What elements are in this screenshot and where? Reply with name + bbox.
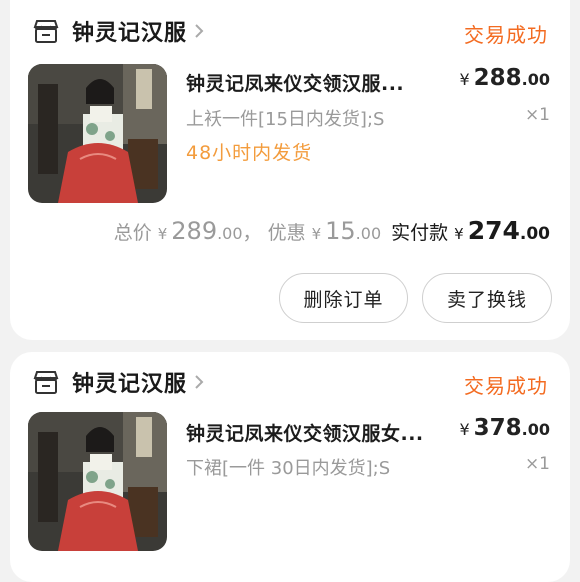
item-price: ¥288.00: [459, 65, 550, 91]
order-summary: 总价 ¥ 289 .00 ， 优惠 ¥ 15 .00 实付款 ¥ 274 .00: [114, 216, 550, 245]
total-decimal: .00: [217, 224, 243, 243]
item-quantity: ×1: [524, 454, 550, 474]
product-image[interactable]: [28, 64, 167, 203]
order-status: 交易成功: [464, 23, 548, 47]
item-quantity: ×1: [524, 105, 550, 125]
chevron-right-icon: [193, 372, 207, 392]
delivery-promise: 48小时内发货: [186, 142, 313, 164]
paid-label: 实付款: [391, 222, 449, 244]
store-link[interactable]: 钟灵记汉服: [32, 11, 207, 51]
product-title[interactable]: 钟灵记凤来仪交领汉服...: [186, 69, 404, 96]
price-integer: 378: [473, 415, 522, 441]
summary-separator: ，: [242, 222, 262, 244]
total-label: 总价: [113, 222, 152, 244]
order-status: 交易成功: [464, 374, 548, 398]
currency-symbol: ¥: [454, 225, 464, 243]
discount-integer: 15: [325, 217, 356, 245]
price-decimal: .00: [521, 420, 550, 439]
currency-symbol: ¥: [311, 225, 322, 243]
chevron-right-icon: [193, 21, 207, 41]
store-name: 钟灵记汉服: [72, 21, 188, 46]
sell-item-button[interactable]: 卖了换钱: [422, 273, 552, 323]
order-card[interactable]: 钟灵记汉服 交易成功 钟灵记凤来仪交领汉服女... ¥378.00 下裙[一件 …: [10, 352, 570, 582]
store-link[interactable]: 钟灵记汉服: [32, 362, 207, 402]
store-name: 钟灵记汉服: [72, 372, 188, 397]
product-title[interactable]: 钟灵记凤来仪交领汉服女...: [186, 419, 424, 446]
currency-symbol: ¥: [459, 420, 470, 439]
order-card[interactable]: 钟灵记汉服 交易成功 钟灵记凤来仪交领汉服... ¥288.00 上袄一件[15…: [10, 0, 570, 340]
discount-label: 优惠: [267, 222, 306, 244]
paid-decimal: .00: [519, 224, 550, 244]
product-image[interactable]: [28, 412, 167, 551]
price-decimal: .00: [521, 70, 550, 89]
item-price: ¥378.00: [459, 415, 550, 441]
paid-integer: 274: [467, 216, 520, 245]
currency-symbol: ¥: [157, 225, 168, 243]
price-integer: 288: [473, 65, 522, 91]
discount-decimal: .00: [355, 224, 382, 243]
store-icon: [32, 17, 60, 45]
total-integer: 289: [171, 217, 218, 245]
delete-order-button[interactable]: 删除订单: [279, 273, 408, 323]
product-sku: 上袄一件[15日内发货];S: [186, 109, 385, 130]
currency-symbol: ¥: [459, 70, 470, 89]
store-icon: [32, 368, 60, 396]
product-sku: 下裙[一件 30日内发货];S: [186, 458, 391, 479]
